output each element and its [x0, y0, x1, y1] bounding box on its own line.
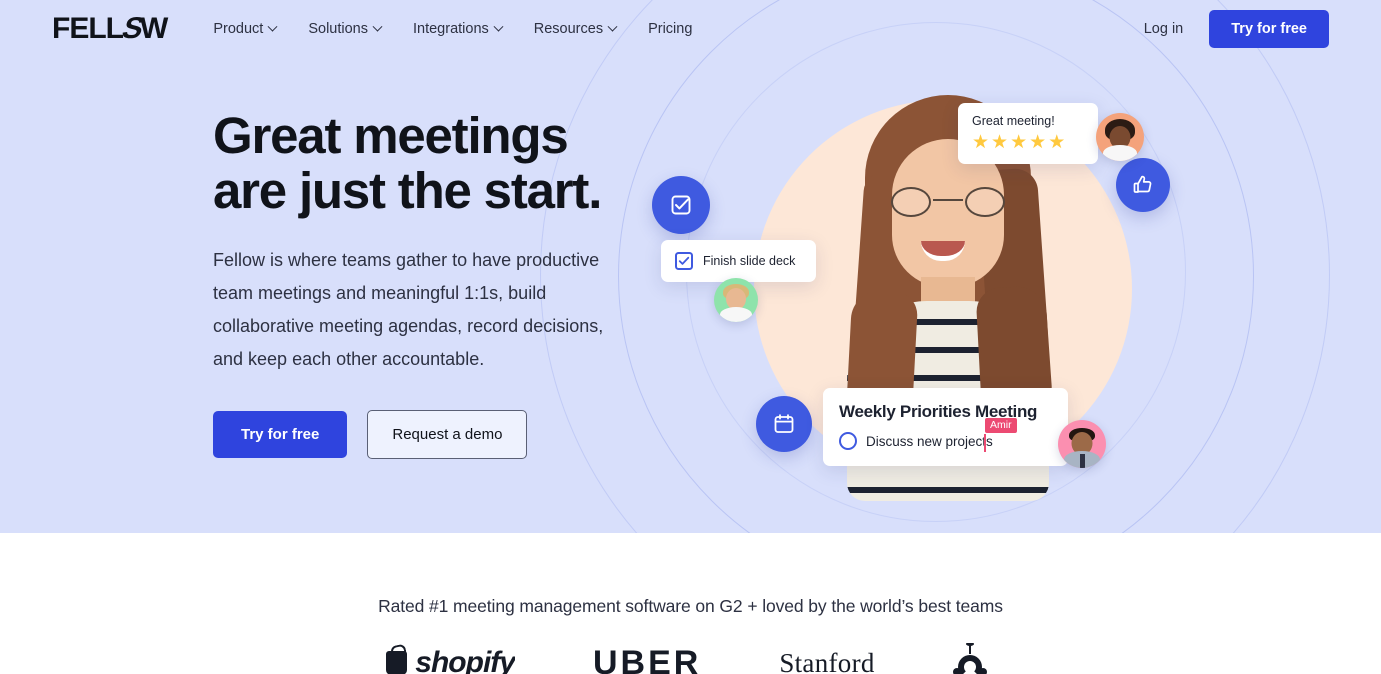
thumbs-up-icon	[1133, 175, 1152, 193]
star-icon: ★	[991, 132, 1009, 153]
hero-cta-row: Try for free Request a demo	[213, 410, 633, 460]
collaborator-name-tag: Amir	[985, 418, 1017, 433]
checkbox-checked-icon[interactable]	[675, 252, 693, 270]
nav-item-pricing[interactable]: Pricing	[648, 21, 692, 37]
hero-subcopy: Fellow is where teams gather to have pro…	[213, 250, 604, 370]
logo-stanford: Stanford	[779, 643, 874, 674]
meeting-card: Weekly Priorities Meeting Discuss new pr…	[823, 388, 1068, 466]
checkbox-icon	[671, 195, 691, 215]
nav-item-solutions-label: Solutions	[308, 21, 368, 37]
request-a-demo-button[interactable]: Request a demo	[367, 410, 528, 460]
nav-links: Product Solutions Integrations Resources…	[213, 21, 692, 37]
logo-text-part2: W	[140, 12, 168, 45]
rating-card-text: Great meeting!	[972, 114, 1055, 128]
thumbs-up-bubble[interactable]	[1116, 158, 1170, 212]
text-caret	[984, 434, 986, 452]
rating-card: Great meeting! ★ ★ ★ ★ ★	[958, 103, 1098, 164]
logo-shopify-label: shopify	[415, 646, 515, 674]
avatar-bottom-right	[1058, 420, 1106, 468]
logo-shopify: shopify	[386, 643, 515, 674]
shopify-bag-icon	[386, 651, 408, 674]
logo-uber-label: UBER	[592, 643, 702, 674]
task-card-label: Finish slide deck	[703, 254, 796, 268]
logo-uber: UBER	[593, 643, 701, 674]
task-card[interactable]: Finish slide deck	[661, 240, 816, 282]
star-icon: ★	[1010, 132, 1028, 153]
fellow-logo[interactable]: FELL S W	[52, 12, 168, 45]
checkbox-bubble[interactable]	[652, 176, 710, 234]
hero-copy: Great meetings are just the start. Fello…	[213, 108, 633, 460]
hero-illustration: Great meeting! ★ ★ ★ ★ ★ Finish slide de…	[618, 0, 1318, 533]
avatar-left	[714, 278, 758, 322]
nav-item-integrations[interactable]: Integrations	[412, 21, 504, 37]
glasses-icon	[889, 187, 1007, 217]
chevron-down-icon	[267, 21, 278, 32]
nav-item-product-label: Product	[213, 21, 264, 37]
meeting-agenda-item[interactable]: Discuss new projects Amir	[839, 418, 1052, 452]
headline-line-2: are just the start.	[213, 162, 602, 220]
avatar-torso	[720, 307, 752, 322]
landing-page: FELL S W Product Solutions Integrations Re…	[0, 0, 1381, 674]
avatar-torso	[1103, 145, 1137, 161]
login-link[interactable]: Log in	[1144, 21, 1184, 37]
nav-try-for-free-button[interactable]: Try for free	[1209, 10, 1329, 48]
avatar-tie	[1080, 454, 1085, 468]
star-icon: ★	[1048, 132, 1066, 153]
radio-unchecked-icon[interactable]	[839, 432, 857, 450]
meeting-card-title: Weekly Priorities Meeting	[839, 402, 1038, 421]
nav-item-product[interactable]: Product	[213, 21, 278, 37]
social-proof-headline: Rated #1 meeting management software on …	[378, 596, 1003, 616]
avatar-top-right	[1096, 113, 1144, 161]
nav-actions: Log in Try for free	[1144, 10, 1329, 48]
chevron-down-icon	[607, 21, 618, 32]
page-title: Great meetings are just the start.	[213, 108, 633, 218]
logo-row: shopify UBER Stanford	[0, 643, 1381, 674]
logo-stanford-label: Stanford	[779, 647, 875, 674]
calendar-icon	[774, 414, 794, 433]
star-icon: ★	[1029, 132, 1047, 153]
nav-item-resources-label: Resources	[533, 21, 604, 37]
star-rating: ★ ★ ★ ★ ★	[972, 133, 1084, 152]
nav-item-integrations-label: Integrations	[412, 21, 489, 37]
nav-item-solutions[interactable]: Solutions	[308, 21, 383, 37]
social-proof-section: Rated #1 meeting management software on …	[0, 533, 1381, 674]
hero-try-for-free-button[interactable]: Try for free	[213, 411, 348, 459]
nav-item-pricing-label: Pricing	[648, 21, 693, 37]
top-navigation-bar: FELL S W Product Solutions Integrations Re…	[0, 0, 1381, 58]
logo-text-part1: FELL	[52, 12, 124, 45]
star-icon: ★	[972, 132, 990, 153]
calendar-bubble[interactable]	[756, 396, 812, 452]
chevron-down-icon	[372, 21, 383, 32]
nav-item-resources[interactable]: Resources	[533, 21, 618, 37]
headline-line-1: Great meetings	[213, 107, 569, 164]
meeting-agenda-item-label: Discuss new projects	[866, 433, 993, 449]
logo-hubspot	[952, 643, 995, 674]
hubspot-mark-icon	[952, 643, 987, 674]
chevron-down-icon	[493, 21, 504, 32]
